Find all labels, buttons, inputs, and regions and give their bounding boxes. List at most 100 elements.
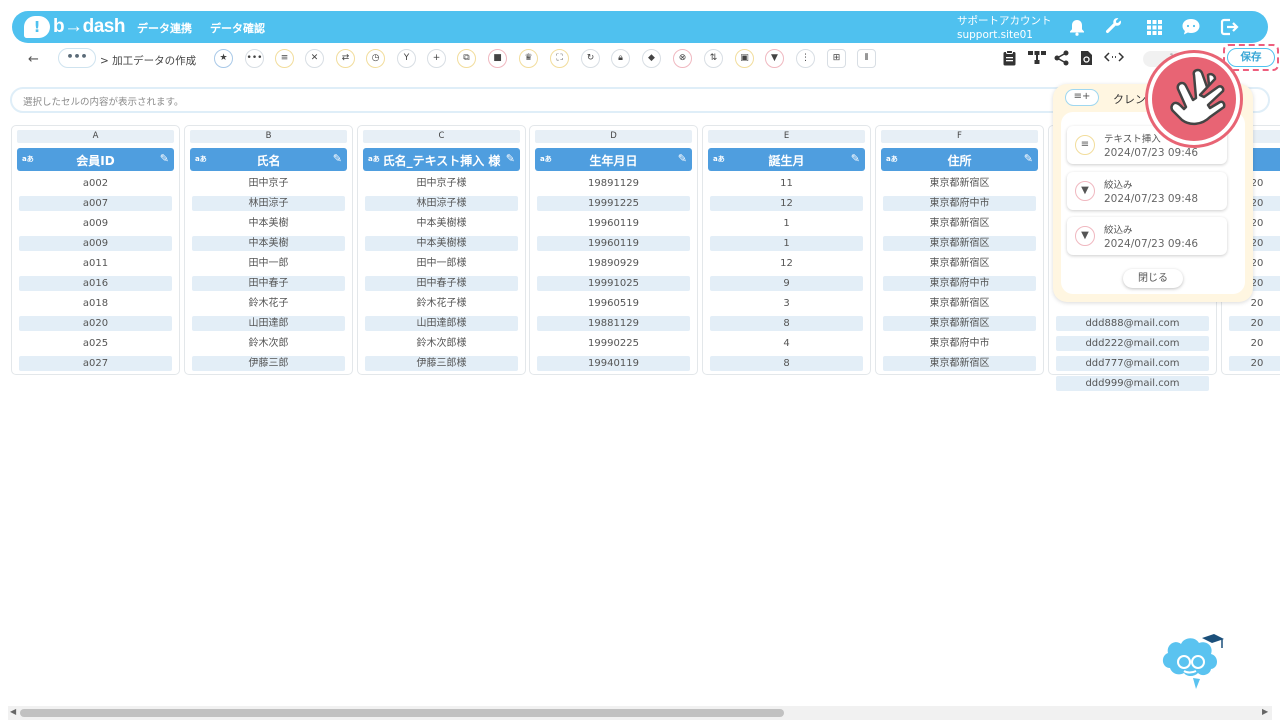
table-cell[interactable]: 鈴木花子様 [365, 296, 518, 311]
table-cell[interactable]: 19990225 [537, 336, 690, 351]
lock-icon[interactable]: 🔒︎ [611, 49, 630, 68]
cancel-circle-icon[interactable]: ⊗ [673, 49, 692, 68]
table-cell[interactable]: 1 [710, 236, 863, 251]
table-cell[interactable]: 田中春子様 [365, 276, 518, 291]
table-cell[interactable]: a011 [19, 256, 172, 271]
grid-apps-icon[interactable] [1143, 16, 1165, 38]
table-cell[interactable]: a027 [19, 356, 172, 371]
more-menu-button[interactable]: ••• [58, 48, 96, 68]
star-icon[interactable]: ★ [214, 49, 233, 68]
table-icon[interactable]: ⊞ [827, 49, 846, 68]
column-header[interactable]: aあ 生年月日 ✎ [535, 148, 692, 171]
logo[interactable]: ! b→dash [24, 15, 125, 39]
data-column[interactable]: Daあ 生年月日 ✎ 19891129 19991225 19960119 19960119… [529, 125, 698, 375]
table-cell[interactable]: 伊藤三郎 [192, 356, 345, 371]
table-cell[interactable]: 田中一郎 [192, 256, 345, 271]
table-cell[interactable]: 田中京子 [192, 176, 345, 191]
data-column[interactable]: Caあ 氏名_テキスト挿入 様 ✎ 田中京子様 林田涼子様 中本美樹様 中本美樹様 田中一郎様… [357, 125, 526, 375]
table-cell[interactable]: 東京都新宿区 [883, 256, 1036, 271]
expand-icon[interactable]: ⛶ [550, 49, 569, 68]
table-cell[interactable]: 林田涼子 [192, 196, 345, 211]
back-arrow-icon[interactable]: ← [28, 52, 39, 67]
table-cell[interactable]: a016 [19, 276, 172, 291]
table-cell[interactable]: 19891129 [537, 176, 690, 191]
table-cell[interactable]: 9 [710, 276, 863, 291]
table-cell[interactable]: a018 [19, 296, 172, 311]
table-cell[interactable]: 19991225 [537, 196, 690, 211]
table-cell[interactable]: 中本美樹 [192, 236, 345, 251]
dots-icon[interactable]: ••• [245, 49, 264, 68]
table-cell[interactable]: 東京都府中市 [883, 336, 1036, 351]
bell-icon[interactable] [1066, 16, 1088, 38]
table-cell[interactable]: a020 [19, 316, 172, 331]
table-cell[interactable]: 鈴木花子 [192, 296, 345, 311]
branch-icon[interactable]: Y [397, 49, 416, 68]
table-cell[interactable]: 田中京子様 [365, 176, 518, 191]
table-cell[interactable]: 4 [710, 336, 863, 351]
table-cell[interactable]: 8 [710, 356, 863, 371]
table-cell[interactable]: 20 [1229, 316, 1280, 331]
flow-diagram-icon[interactable] [1028, 50, 1046, 70]
table-cell[interactable]: 山田達郎様 [365, 316, 518, 331]
table-cell[interactable]: 12 [710, 196, 863, 211]
scrollbar-thumb[interactable] [20, 709, 784, 717]
column-header[interactable]: aあ 氏名 ✎ [190, 148, 347, 171]
table-cell[interactable]: a009 [19, 236, 172, 251]
table-cell[interactable]: 東京都新宿区 [883, 316, 1036, 331]
table-cell[interactable]: 鈴木次郎 [192, 336, 345, 351]
data-column[interactable]: Faあ 住所 ✎ 東京都新宿区 東京都府中市 東京都新宿区 東京都新宿区 東京都新宿区 東京都府… [875, 125, 1044, 375]
table-cell[interactable]: ddd888@mail.com [1056, 316, 1209, 331]
table-cell[interactable]: ddd999@mail.com [1056, 376, 1209, 391]
table-cell[interactable]: 中本美樹様 [365, 216, 518, 231]
table-cell[interactable]: 19960119 [537, 216, 690, 231]
refresh-doc-icon[interactable] [1080, 50, 1093, 70]
wrench-icon[interactable] [1103, 16, 1125, 38]
pencil-icon[interactable]: ✎ [1024, 152, 1033, 165]
nav-data-check[interactable]: データ確認 [210, 20, 265, 36]
column-header[interactable]: aあ 氏名_テキスト挿入 様 ✎ [363, 148, 520, 171]
data-column[interactable]: Eaあ 誕生月 ✎ 11 12 1 1 12 9 3 8 4 8 [702, 125, 871, 375]
pencil-icon[interactable]: ✎ [160, 152, 169, 165]
swap-icon[interactable]: ⇄ [336, 49, 355, 68]
table-cell[interactable]: 1 [710, 216, 863, 231]
history-item[interactable]: ▼ 絞込み 2024/07/23 09:46 [1067, 217, 1227, 255]
table-cell[interactable]: 19890929 [537, 256, 690, 271]
mascot-assistant-icon[interactable] [1160, 628, 1226, 690]
history-item[interactable]: ▼ 絞込み 2024/07/23 09:48 [1067, 172, 1227, 210]
table-cell[interactable]: 伊藤三郎様 [365, 356, 518, 371]
table-cell[interactable]: 林田涼子様 [365, 196, 518, 211]
table-cell[interactable]: ddd777@mail.com [1056, 356, 1209, 371]
table-cell[interactable]: 19940119 [537, 356, 690, 371]
pencil-icon[interactable]: ✎ [333, 152, 342, 165]
table-cell[interactable]: 11 [710, 176, 863, 191]
convert-icon[interactable]: ⇅ [704, 49, 723, 68]
share-icon[interactable] [1054, 50, 1069, 70]
table-cell[interactable]: 田中春子 [192, 276, 345, 291]
table-cell[interactable]: 鈴木次郎様 [365, 336, 518, 351]
add-history-button[interactable]: ≡+ [1065, 89, 1099, 106]
data-column[interactable]: Baあ 氏名 ✎ 田中京子 林田涼子 中本美樹 中本美樹 田中一郎 田中春子 鈴木花子 山田達郎 鈴木… [184, 125, 353, 375]
scroll-right-arrow-icon[interactable]: ▶ [1262, 707, 1268, 716]
table-cell[interactable]: 東京都新宿区 [883, 296, 1036, 311]
scroll-left-arrow-icon[interactable]: ◀ [10, 707, 16, 716]
trash-icon[interactable]: ■ [488, 49, 507, 68]
filter-icon[interactable]: ▼ [765, 49, 784, 68]
table-cell[interactable]: a009 [19, 216, 172, 231]
tools-icon[interactable]: ✕ [305, 49, 324, 68]
table-cell[interactable]: 3 [710, 296, 863, 311]
pencil-icon[interactable]: ✎ [678, 152, 687, 165]
table-cell[interactable]: 12 [710, 256, 863, 271]
table-cell[interactable]: ddd222@mail.com [1056, 336, 1209, 351]
table-cell[interactable]: 中本美樹 [192, 216, 345, 231]
table-cell[interactable]: 東京都新宿区 [883, 356, 1036, 371]
table-cell[interactable]: 20 [1229, 356, 1280, 371]
logout-icon[interactable] [1219, 16, 1241, 38]
table-cell[interactable]: a007 [19, 196, 172, 211]
table-cell[interactable]: 19881129 [537, 316, 690, 331]
column-header[interactable]: aあ 住所 ✎ [881, 148, 1038, 171]
table-cell[interactable]: 東京都府中市 [883, 276, 1036, 291]
table-cell[interactable]: 19991025 [537, 276, 690, 291]
timer-icon[interactable]: ◷ [366, 49, 385, 68]
pencil-icon[interactable]: ✎ [506, 152, 515, 165]
repeat-icon[interactable]: ↻ [581, 49, 600, 68]
